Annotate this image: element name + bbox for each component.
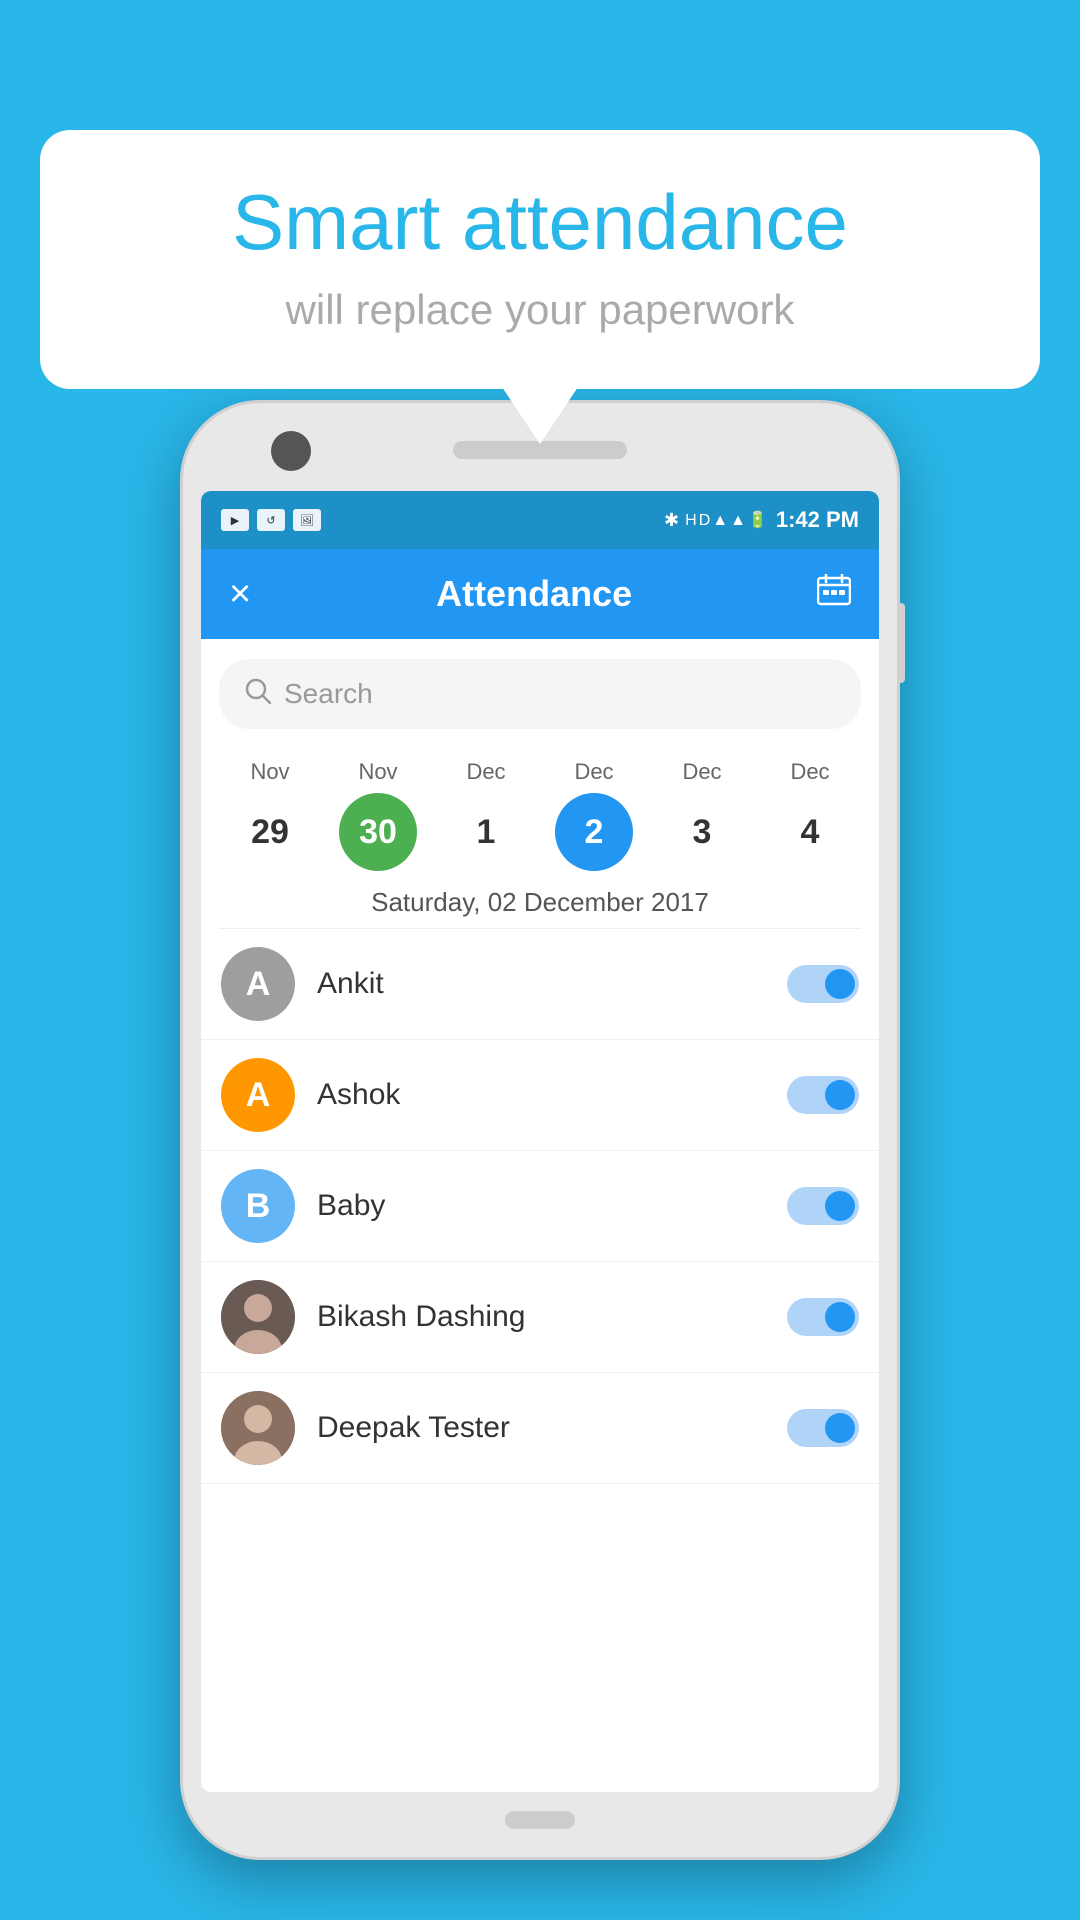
date-number[interactable]: 4 [771,793,849,871]
signal-icons: HD▲▲🔋 [685,510,770,530]
list-item: A Ashok [201,1040,879,1151]
status-time: 1:42 PM [776,507,859,533]
status-bar: ▶ ↺ 🖼 ✱ HD▲▲🔋 1:42 PM [201,491,879,549]
date-number[interactable]: 29 [231,793,309,871]
list-item: Bikash Dashing [201,1262,879,1373]
search-bar[interactable]: Search [219,659,861,729]
calendar-icon[interactable] [817,574,851,614]
attendance-toggle[interactable] [787,965,859,1003]
status-icons-left: ▶ ↺ 🖼 [221,509,321,531]
avatar [221,1280,295,1354]
attendance-toggle[interactable] [787,1187,859,1225]
person-name: Baby [317,1189,765,1223]
avatar [221,1391,295,1465]
status-icon-image: 🖼 [293,509,321,531]
bluetooth-icon: ✱ [664,510,679,531]
avatar: A [221,1058,295,1132]
date-item[interactable]: Dec 1 [441,759,531,871]
date-item[interactable]: Nov 29 [225,759,315,871]
person-list: A Ankit A Ashok B Baby Bikash Dashing Deepak Te… [201,929,879,1484]
date-item[interactable]: Nov 30 [333,759,423,871]
attendance-toggle[interactable] [787,1076,859,1114]
date-item[interactable]: Dec 4 [765,759,855,871]
date-number[interactable]: 3 [663,793,741,871]
date-month: Dec [574,759,613,785]
phone-camera-icon [271,431,311,471]
status-icons-right: ✱ HD▲▲🔋 1:42 PM [664,507,859,533]
list-item: B Baby [201,1151,879,1262]
person-name: Bikash Dashing [317,1300,765,1334]
date-month: Nov [250,759,289,785]
date-month: Dec [466,759,505,785]
status-icon-refresh: ↺ [257,509,285,531]
phone-side-button [897,603,905,683]
person-name: Deepak Tester [317,1411,765,1445]
search-icon [244,677,272,712]
app-header: × Attendance [201,549,879,639]
avatar: A [221,947,295,1021]
app-tagline-title: Smart attendance [100,180,980,266]
search-input[interactable]: Search [284,678,373,710]
phone-shell: ▶ ↺ 🖼 ✱ HD▲▲🔋 1:42 PM × Attendance [180,400,900,1860]
selected-date-label: Saturday, 02 December 2017 [201,871,879,928]
header-title: Attendance [436,573,632,615]
date-number[interactable]: 30 [339,793,417,871]
attendance-toggle[interactable] [787,1409,859,1447]
person-name: Ankit [317,967,765,1001]
date-number[interactable]: 1 [447,793,525,871]
phone-screen: ▶ ↺ 🖼 ✱ HD▲▲🔋 1:42 PM × Attendance [201,491,879,1792]
date-month: Nov [358,759,397,785]
list-item: A Ankit [201,929,879,1040]
phone-home-button [505,1811,575,1829]
list-item: Deepak Tester [201,1373,879,1484]
avatar: B [221,1169,295,1243]
status-icon-play: ▶ [221,509,249,531]
date-item[interactable]: Dec 2 [549,759,639,871]
date-month: Dec [790,759,829,785]
attendance-toggle[interactable] [787,1298,859,1336]
speech-bubble: Smart attendance will replace your paper… [40,130,1040,389]
close-button[interactable]: × [229,573,251,616]
person-name: Ashok [317,1078,765,1112]
app-tagline-subtitle: will replace your paperwork [100,286,980,334]
date-month: Dec [682,759,721,785]
date-number[interactable]: 2 [555,793,633,871]
date-strip: Nov 29 Nov 30 Dec 1 Dec 2 Dec 3 Dec 4 [201,749,879,871]
phone-wrapper: ▶ ↺ 🖼 ✱ HD▲▲🔋 1:42 PM × Attendance [180,400,900,1880]
date-item[interactable]: Dec 3 [657,759,747,871]
